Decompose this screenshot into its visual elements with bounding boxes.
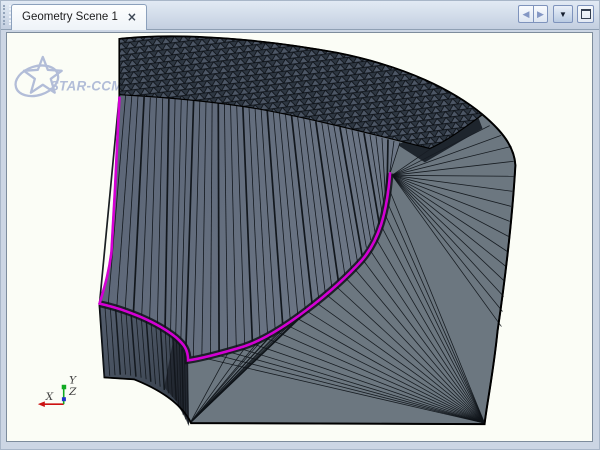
chevron-down-icon: ▼ bbox=[559, 10, 567, 19]
maximize-icon bbox=[581, 9, 591, 19]
tab-bar: Geometry Scene 1 × ◀ ▶ ▼ bbox=[1, 1, 599, 30]
tab-controls: ◀ ▶ ▼ bbox=[518, 5, 594, 23]
axis-triad: X Y Z bbox=[38, 374, 77, 407]
geometry-model[interactable] bbox=[100, 36, 516, 426]
y-axis-label: Y bbox=[69, 374, 77, 386]
scroll-tabs-left-button[interactable]: ◀ bbox=[518, 5, 533, 23]
tab-close-icon[interactable]: × bbox=[127, 12, 137, 22]
y-axis-arrow-icon bbox=[62, 385, 66, 389]
scene-canvas[interactable]: STAR-CCM+ bbox=[7, 33, 592, 441]
tab-geometry-scene[interactable]: Geometry Scene 1 × bbox=[11, 4, 147, 30]
maximize-button[interactable] bbox=[577, 5, 594, 23]
tab-list-dropdown-button[interactable]: ▼ bbox=[553, 5, 573, 23]
viewport-frame: STAR-CCM+ bbox=[1, 31, 599, 449]
tab-title: Geometry Scene 1 bbox=[22, 11, 118, 23]
x-axis-arrow-icon bbox=[38, 401, 45, 407]
tab-drag-grip[interactable] bbox=[3, 5, 11, 25]
chevron-left-icon: ◀ bbox=[523, 9, 530, 20]
scroll-tabs-right-button[interactable]: ▶ bbox=[533, 5, 548, 23]
geometry-scene-window: Geometry Scene 1 × ◀ ▶ ▼ bbox=[0, 0, 600, 450]
z-axis-label: Z bbox=[68, 386, 77, 398]
z-axis-dot-icon bbox=[62, 397, 66, 401]
x-axis-label: X bbox=[45, 391, 54, 403]
scene-viewport[interactable]: STAR-CCM+ bbox=[6, 32, 593, 442]
star-ccm-watermark: STAR-CCM+ bbox=[12, 57, 131, 101]
chevron-right-icon: ▶ bbox=[537, 9, 544, 20]
